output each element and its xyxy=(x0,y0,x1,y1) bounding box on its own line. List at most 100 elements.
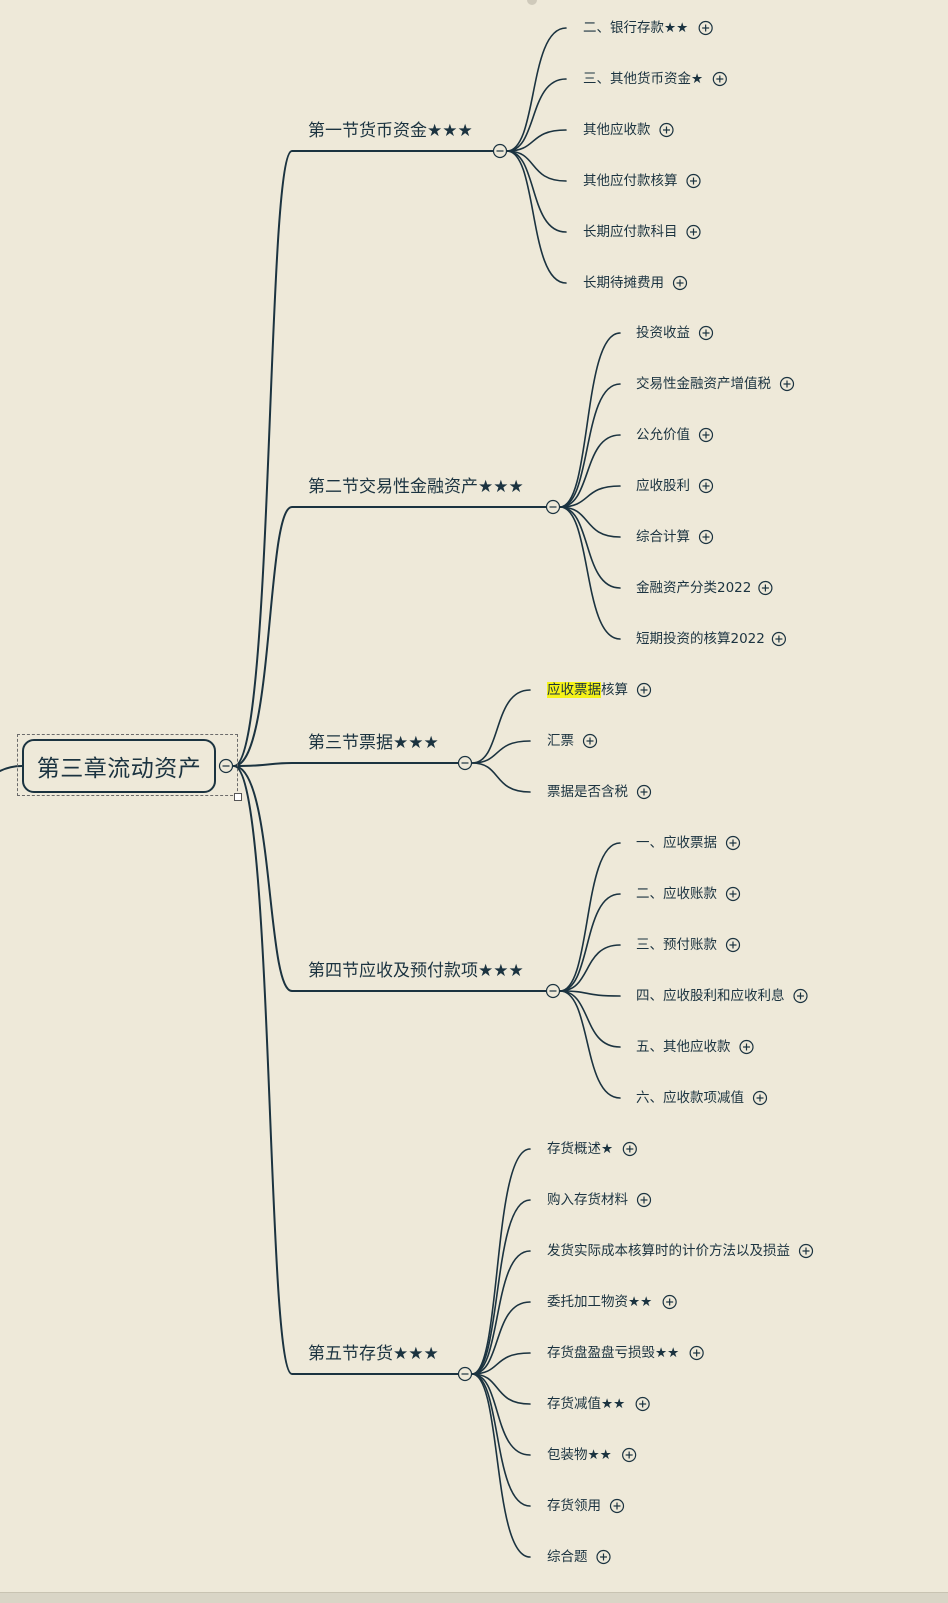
horizontal-scrollbar[interactable] xyxy=(0,1592,948,1603)
expand-plus-icon-2-6[interactable] xyxy=(758,580,773,596)
expand-plus-icon-5-4[interactable] xyxy=(662,1294,677,1310)
leaf-link-1-6 xyxy=(506,150,567,284)
subtopic-1-2[interactable]: 三、其他货币资金★ xyxy=(583,70,703,88)
subtopic-5-4[interactable]: 委托加工物资★★ xyxy=(547,1293,652,1311)
expand-plus-icon-5-8[interactable] xyxy=(609,1498,625,1514)
expand-plus-icon-4-5[interactable] xyxy=(739,1039,754,1055)
section-topic-4[interactable]: 第四节应收及预付款项★★★ xyxy=(308,960,524,982)
branch-link-section-5 xyxy=(233,765,466,1375)
subtopic-3-2[interactable]: 汇票 xyxy=(547,732,574,750)
branch-link-section-1 xyxy=(233,150,501,767)
expand-plus-icon-2-3[interactable] xyxy=(698,427,714,443)
subtopic-2-6[interactable]: 金融资产分类2022 xyxy=(636,579,751,597)
subtopic-3-3[interactable]: 票据是否含税 xyxy=(547,783,628,801)
collapse-minus-icon-section-2[interactable] xyxy=(545,499,561,515)
subtopic-label: 二、应收账款 xyxy=(636,886,717,902)
subtopic-2-4[interactable]: 应收股利 xyxy=(636,477,690,495)
expand-plus-icon-1-5[interactable] xyxy=(686,224,701,240)
branch-link-section-4 xyxy=(233,765,554,992)
collapse-minus-icon-section-3[interactable] xyxy=(457,755,473,771)
search-highlight: 应收票据 xyxy=(547,682,601,698)
expand-plus-icon-1-6[interactable] xyxy=(672,275,688,291)
subtopic-2-3[interactable]: 公允价值 xyxy=(636,426,690,444)
section-topic-5[interactable]: 第五节存货★★★ xyxy=(308,1343,439,1365)
subtopic-4-3[interactable]: 三、预付账款 xyxy=(636,936,717,954)
expand-plus-icon-4-2[interactable] xyxy=(725,886,741,902)
expand-plus-icon-4-4[interactable] xyxy=(793,988,808,1004)
subtopic-label: 委托加工物资★★ xyxy=(547,1294,653,1310)
expand-plus-icon-5-6[interactable] xyxy=(635,1396,650,1412)
expand-plus-icon-5-9[interactable] xyxy=(596,1549,611,1565)
subtopic-4-6[interactable]: 六、应收款项减值 xyxy=(636,1089,744,1107)
subtopic-4-4[interactable]: 四、应收股利和应收利息 xyxy=(636,987,785,1005)
section-topic-1[interactable]: 第一节货币资金★★★ xyxy=(308,120,473,142)
subtopic-label: 综合题 xyxy=(547,1549,588,1565)
subtopic-3-1[interactable]: 应收票据核算 xyxy=(547,681,628,699)
leaf-link-5-7 xyxy=(471,1373,531,1456)
subtopic-2-1[interactable]: 投资收益 xyxy=(636,324,690,342)
subtopic-label: 核算 xyxy=(601,682,628,698)
leaf-link-3-1 xyxy=(471,689,531,764)
section-topic-2[interactable]: 第二节交易性金融资产★★★ xyxy=(308,476,524,498)
expand-plus-icon-1-2[interactable] xyxy=(712,71,727,87)
collapse-minus-icon-section-1[interactable] xyxy=(492,143,508,159)
subtopic-label: 存货概述★ xyxy=(547,1141,614,1157)
subtopic-label: 其他应付款核算 xyxy=(583,173,678,189)
subtopic-2-2[interactable]: 交易性金融资产增值税 xyxy=(636,375,771,393)
subtopic-4-2[interactable]: 二、应收账款 xyxy=(636,885,717,903)
subtopic-1-1[interactable]: 二、银行存款★★ xyxy=(583,19,688,37)
collapse-minus-icon-section-4[interactable] xyxy=(545,983,561,999)
expand-plus-icon-5-5[interactable] xyxy=(689,1345,704,1361)
subtopic-2-5[interactable]: 综合计算 xyxy=(636,528,690,546)
expand-plus-icon-4-1[interactable] xyxy=(725,835,741,851)
expand-plus-icon-3-3[interactable] xyxy=(636,784,652,800)
subtopic-5-8[interactable]: 存货领用 xyxy=(547,1497,601,1515)
expand-plus-icon-2-5[interactable] xyxy=(698,529,714,545)
expand-plus-icon-2-4[interactable] xyxy=(698,478,714,494)
subtopic-label: 长期应付款科目 xyxy=(583,224,678,240)
root-topic[interactable]: 第三章流动资产 xyxy=(22,739,216,793)
subtopic-5-3[interactable]: 发货实际成本核算时的计价方法以及损益 xyxy=(547,1242,790,1260)
expand-plus-icon-1-3[interactable] xyxy=(659,122,674,138)
expand-plus-icon-5-3[interactable] xyxy=(798,1243,814,1259)
subtopic-label: 二、银行存款★★ xyxy=(583,20,689,36)
subtopic-label: 金融资产分类2022 xyxy=(636,580,752,596)
expand-plus-icon-5-7[interactable] xyxy=(622,1447,637,1463)
subtopic-5-1[interactable]: 存货概述★ xyxy=(547,1140,613,1158)
subtopic-2-7[interactable]: 短期投资的核算2022 xyxy=(636,630,765,648)
subtopic-label: 汇票 xyxy=(547,733,574,749)
expand-plus-icon-1-1[interactable] xyxy=(698,20,713,36)
expand-plus-icon-3-2[interactable] xyxy=(582,733,598,749)
expand-plus-icon-2-7[interactable] xyxy=(771,631,787,647)
mindmap-connectors xyxy=(0,20,814,1565)
leaf-link-2-6 xyxy=(559,506,621,589)
subtopic-4-5[interactable]: 五、其他应收款 xyxy=(636,1038,731,1056)
expand-plus-icon-5-2[interactable] xyxy=(636,1192,652,1208)
subtopic-1-6[interactable]: 长期待摊费用 xyxy=(583,274,664,292)
expand-plus-icon-2-2[interactable] xyxy=(779,376,795,392)
expand-plus-icon-2-1[interactable] xyxy=(698,325,714,341)
section-topic-3[interactable]: 第三节票据★★★ xyxy=(308,732,439,754)
subtopic-label: 发货实际成本核算时的计价方法以及损益 xyxy=(547,1243,790,1259)
leaf-link-5-9 xyxy=(471,1373,531,1558)
subtopic-1-3[interactable]: 其他应收款 xyxy=(583,121,651,139)
collapse-minus-icon-section-5[interactable] xyxy=(457,1366,473,1382)
resize-handle[interactable] xyxy=(234,793,242,801)
subtopic-1-5[interactable]: 长期应付款科目 xyxy=(583,223,678,241)
subtopic-5-2[interactable]: 购入存货材料 xyxy=(547,1191,628,1209)
leaf-link-2-1 xyxy=(559,332,621,508)
subtopic-4-1[interactable]: 一、应收票据 xyxy=(636,834,717,852)
subtopic-5-5[interactable]: 存货盘盈盘亏损毁★★ xyxy=(547,1344,679,1362)
subtopic-1-4[interactable]: 其他应付款核算 xyxy=(583,172,678,190)
subtopic-5-6[interactable]: 存货减值★★ xyxy=(547,1395,625,1413)
expand-plus-icon-4-6[interactable] xyxy=(752,1090,768,1106)
subtopic-label: 存货盘盈盘亏损毁★★ xyxy=(547,1345,680,1361)
expand-plus-icon-1-4[interactable] xyxy=(686,173,701,189)
leaf-link-1-5 xyxy=(506,150,567,233)
expand-plus-icon-3-1[interactable] xyxy=(636,682,652,698)
subtopic-5-7[interactable]: 包装物★★ xyxy=(547,1446,612,1464)
subtopic-5-9[interactable]: 综合题 xyxy=(547,1548,588,1566)
expand-plus-icon-5-1[interactable] xyxy=(622,1141,637,1157)
expand-plus-icon-4-3[interactable] xyxy=(725,937,741,953)
branch-link-section-2 xyxy=(233,506,554,767)
